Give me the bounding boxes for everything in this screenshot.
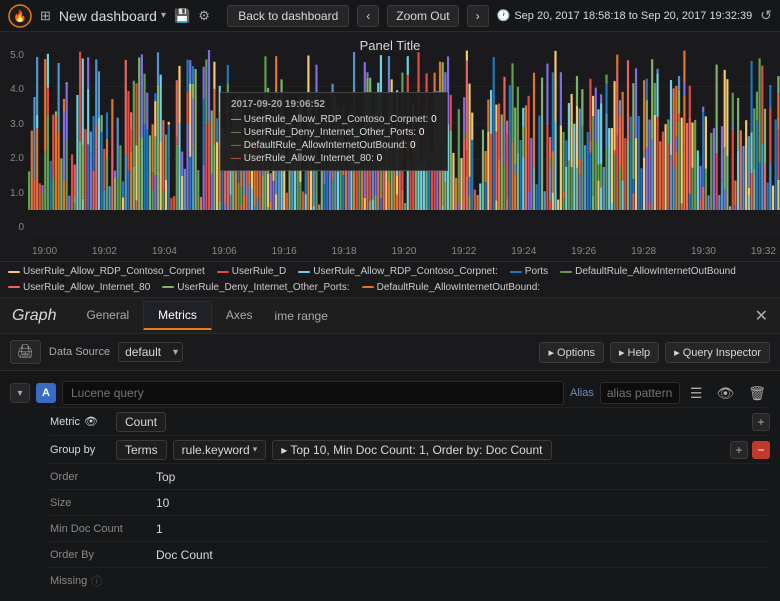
order-value: Top bbox=[156, 470, 175, 484]
group-by-type[interactable]: Terms bbox=[116, 440, 167, 460]
graph-chart bbox=[28, 50, 780, 233]
graph-area: Panel Title 5.0 4.0 3.0 2.0 1.0 0 2017-0… bbox=[0, 32, 780, 262]
order-by-label: Order By bbox=[50, 549, 150, 561]
datasource-label: Data Source bbox=[49, 346, 110, 358]
help-button[interactable]: ▸ Help bbox=[610, 342, 659, 363]
save-icon[interactable]: 💾 bbox=[174, 8, 190, 24]
query-letter: A bbox=[36, 383, 56, 403]
legend-item[interactable]: Ports bbox=[510, 266, 548, 277]
alias-label[interactable]: Alias bbox=[570, 387, 594, 399]
legend-item[interactable]: DefaultRule_AllowInternetOutBound bbox=[560, 266, 736, 277]
legend: UserRule_Allow_RDP_Contoso_Corpnet UserR… bbox=[0, 262, 780, 298]
app-logo[interactable]: 🔥 bbox=[8, 4, 32, 28]
tab-metrics[interactable]: Metrics bbox=[143, 301, 212, 330]
settings-icon[interactable]: ⚙ bbox=[198, 8, 210, 24]
refresh-button[interactable]: ↺ bbox=[760, 7, 772, 24]
bottom-panel: Graph General Metrics Axes ime range ✕ 🖨… bbox=[0, 298, 780, 601]
graph-label: Graph bbox=[12, 307, 56, 325]
close-button[interactable]: ✕ bbox=[755, 306, 768, 326]
legend-item[interactable]: UserRule_Allow_RDP_Contoso_Corpnet: bbox=[298, 266, 498, 277]
sub-rows: Metric 👁 Count + Group by Terms rule.key… bbox=[50, 407, 770, 593]
metric-label: Metric 👁 bbox=[50, 415, 110, 428]
x-axis-labels: 19:00 19:02 19:04 19:06 19:16 19:18 19:2… bbox=[28, 246, 780, 257]
time-range[interactable]: 🕐 Sep 20, 2017 18:58:18 to Sep 20, 2017 … bbox=[497, 9, 753, 22]
time-range-tab[interactable]: ime range bbox=[275, 309, 328, 323]
order-row: Order Top bbox=[50, 463, 770, 489]
svg-text:🔥: 🔥 bbox=[13, 10, 27, 23]
size-label: Size bbox=[50, 497, 150, 509]
legend-item[interactable]: UserRule_Deny_Internet_Other_Ports: bbox=[162, 282, 349, 293]
order-by-value: Doc Count bbox=[156, 548, 213, 562]
zoom-out-button[interactable]: Zoom Out bbox=[387, 5, 458, 27]
chevron-left-icon: ‹ bbox=[366, 9, 370, 23]
min-doc-count-row: Min Doc Count 1 bbox=[50, 515, 770, 541]
datasource-select[interactable]: default bbox=[118, 342, 183, 362]
metric-add-button[interactable]: + bbox=[752, 413, 770, 431]
dashboard-icon: ⊞ bbox=[40, 8, 51, 24]
size-row: Size 10 bbox=[50, 489, 770, 515]
toolbar-right: ▸ Options ▸ Help ▸ Query Inspector bbox=[539, 342, 770, 363]
header-center: Back to dashboard ‹ Zoom Out › 🕐 Sep 20,… bbox=[227, 5, 772, 27]
size-value: 10 bbox=[156, 496, 169, 510]
metric-row: Metric 👁 Count + bbox=[50, 407, 770, 435]
datasource-wrapper: default ▾ bbox=[118, 342, 183, 362]
toggle-button[interactable]: ▾ bbox=[10, 383, 30, 403]
missing-row: Missing ⓘ bbox=[50, 567, 770, 593]
order-label: Order bbox=[50, 471, 150, 483]
metric-actions: + bbox=[752, 413, 770, 431]
tab-general[interactable]: General bbox=[72, 302, 143, 330]
min-doc-count-label: Min Doc Count bbox=[50, 523, 150, 535]
group-by-label: Group by bbox=[50, 444, 110, 456]
group-by-description[interactable]: ▸ Top 10, Min Doc Count: 1, Order by: Do… bbox=[272, 440, 551, 460]
group-by-row: Group by Terms rule.keyword ▾ ▸ Top 10, … bbox=[50, 435, 770, 463]
group-by-field[interactable]: rule.keyword ▾ bbox=[173, 440, 267, 460]
y-axis-labels: 5.0 4.0 3.0 2.0 1.0 0 bbox=[0, 50, 28, 233]
min-doc-count-value: 1 bbox=[156, 522, 163, 536]
legend-item[interactable]: UserRule_Allow_Internet_80 bbox=[8, 282, 150, 293]
back-to-dashboard-button[interactable]: Back to dashboard bbox=[227, 5, 349, 27]
query-input[interactable] bbox=[62, 381, 564, 405]
group-by-actions: + − bbox=[730, 441, 770, 459]
query-eye-button[interactable]: 👁 bbox=[712, 383, 738, 404]
legend-item[interactable]: UserRule_D bbox=[217, 266, 286, 277]
chevron-right-icon: › bbox=[476, 9, 480, 23]
zoom-prev-button[interactable]: ‹ bbox=[357, 5, 379, 27]
header: 🔥 ⊞ New dashboard ▾ 💾 ⚙ Back to dashboar… bbox=[0, 0, 780, 32]
missing-label: Missing ⓘ bbox=[50, 573, 150, 589]
query-delete-button[interactable]: 🗑 bbox=[744, 383, 770, 404]
metric-eye-icon[interactable]: 👁 bbox=[84, 415, 98, 428]
graph-header: Graph General Metrics Axes ime range ✕ bbox=[0, 298, 780, 334]
query-inspector-button[interactable]: ▸ Query Inspector bbox=[665, 342, 770, 363]
query-row: ▾ A Alias ☰ 👁 🗑 bbox=[10, 379, 770, 407]
info-icon[interactable]: ⓘ bbox=[91, 573, 102, 589]
print-button[interactable]: 🖨 bbox=[10, 340, 41, 364]
title-caret[interactable]: ▾ bbox=[161, 10, 166, 21]
header-title: New dashboard ▾ bbox=[59, 8, 166, 24]
order-by-row: Order By Doc Count bbox=[50, 541, 770, 567]
metric-type[interactable]: Count bbox=[116, 412, 166, 432]
options-button[interactable]: ▸ Options bbox=[539, 342, 604, 363]
toolbar: 🖨 Data Source default ▾ ▸ Options ▸ Help… bbox=[0, 334, 780, 371]
zoom-next-button[interactable]: › bbox=[467, 5, 489, 27]
group-by-add-button[interactable]: + bbox=[730, 441, 748, 459]
clock-icon: 🕐 bbox=[497, 9, 511, 22]
query-menu-button[interactable]: ☰ bbox=[686, 383, 707, 404]
tab-axes[interactable]: Axes bbox=[212, 302, 267, 330]
legend-item[interactable]: DefaultRule_AllowInternetOutBound: bbox=[362, 282, 540, 293]
chevron-down-icon: ▾ bbox=[253, 444, 258, 455]
group-by-remove-button[interactable]: − bbox=[752, 441, 770, 459]
legend-item[interactable]: UserRule_Allow_RDP_Contoso_Corpnet bbox=[8, 266, 205, 277]
alias-input[interactable] bbox=[600, 382, 680, 404]
